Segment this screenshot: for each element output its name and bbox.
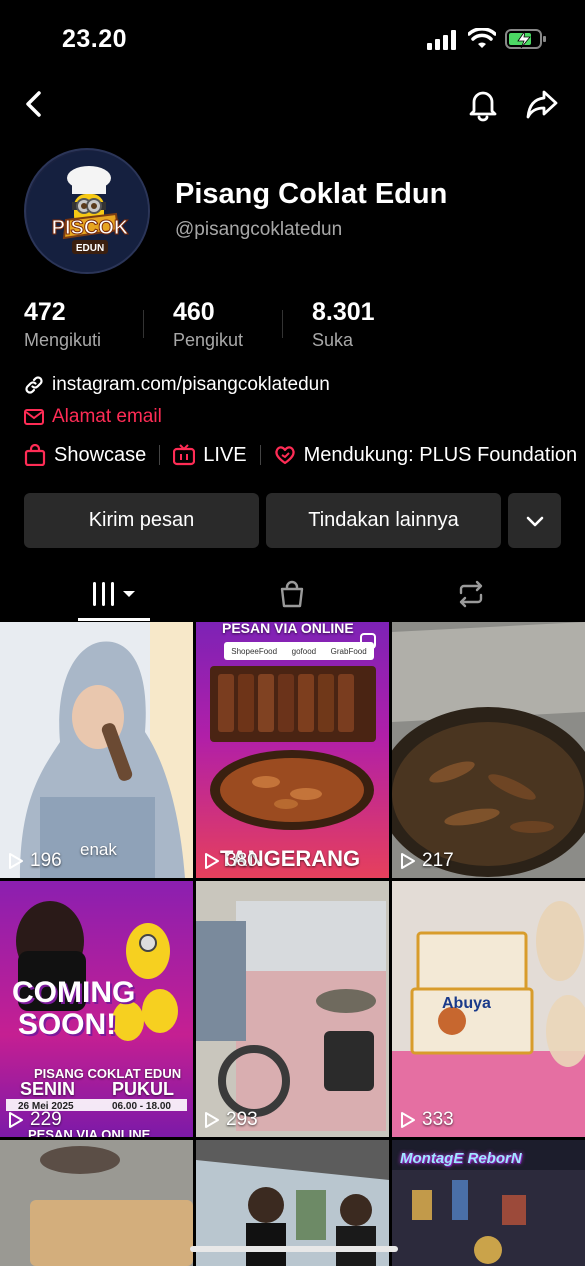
view-count-value: 196 (30, 850, 62, 871)
view-count: 333 (400, 1109, 454, 1131)
view-count: 293 (204, 1109, 258, 1131)
stat-likes: 8.301 Suka (312, 298, 375, 351)
view-count-value: 229 (30, 1109, 62, 1130)
thumbnail-cart (196, 881, 389, 1137)
bell-icon[interactable] (465, 86, 501, 122)
video-thumbnail[interactable]: 293 (196, 881, 389, 1137)
video-title: MontagE ReborN (400, 1150, 522, 1167)
feature-row: Showcase LIVE Mendukung: PLUS Foundation (24, 441, 577, 469)
active-tab-indicator (78, 618, 150, 621)
video-grid: enak 196 PESAN VIA ONLINE ShopeeFood gof… (0, 622, 585, 1266)
piscok-logo: PISCOK EDUN (27, 151, 148, 272)
stat-followers[interactable]: 460 Pengikut (173, 298, 243, 351)
wifi-icon (468, 28, 496, 48)
svg-text:PISCOK: PISCOK (52, 217, 129, 239)
video-caption-main: COMING SOON! (12, 976, 136, 1041)
feature-divider (159, 445, 161, 465)
chevron-down-icon (526, 516, 543, 526)
live-tv-icon (173, 444, 196, 466)
top-navigation (0, 78, 585, 130)
send-message-button[interactable]: Kirim pesan (24, 493, 259, 548)
tab-shop[interactable] (262, 574, 322, 614)
heart-hands-icon (274, 446, 295, 465)
stat-divider (143, 310, 144, 338)
thumbnail-blurred (0, 1140, 193, 1266)
stat-following-value: 472 (24, 298, 66, 326)
play-icon (401, 853, 415, 869)
link-icon (25, 376, 43, 394)
view-count-value: 217 (422, 850, 454, 871)
svg-text:EDUN: EDUN (76, 243, 104, 254)
video-thumbnail[interactable] (0, 1140, 193, 1266)
video-thumbnail[interactable]: enak 196 (0, 622, 193, 878)
status-bar: 23.20 (0, 0, 585, 70)
suggested-accounts-dropdown-button[interactable] (508, 493, 561, 548)
profile-avatar[interactable]: PISCOK EDUN (24, 148, 150, 274)
live-link[interactable]: LIVE (173, 443, 247, 467)
stat-likes-label: Suka (312, 330, 354, 350)
thumbnail-frying (392, 622, 585, 878)
supports-link[interactable]: Mendukung: PLUS Foundation (274, 443, 578, 467)
mail-icon (24, 409, 44, 425)
view-count: 380 (204, 850, 258, 872)
video-caption-hours: 06.00 - 18.00 (112, 1101, 171, 1112)
stat-following-label: Mengikuti (24, 330, 102, 350)
instagram-link[interactable]: instagram.com/pisangcoklatedun (24, 374, 330, 396)
showcase-label: Showcase (54, 443, 147, 466)
profile-tabs (0, 568, 585, 622)
view-count-value: 380 (226, 850, 258, 871)
view-count: 217 (400, 850, 454, 872)
view-count-value: 333 (422, 1109, 454, 1130)
cellular-signal-icon (427, 30, 456, 50)
feature-divider (259, 445, 261, 465)
profile-stats: 472 Mengikuti 460 Pengikut 8.301 Suka (0, 298, 585, 358)
tab-videos[interactable] (78, 574, 150, 614)
stat-following[interactable]: 472 Mengikuti (24, 298, 101, 351)
videos-grid-icon (93, 582, 135, 606)
back-arrow-icon[interactable] (16, 86, 52, 122)
username: @pisangcoklatedun (175, 219, 343, 240)
play-icon (401, 1112, 415, 1128)
stat-followers-value: 460 (173, 298, 215, 326)
repost-icon (459, 580, 483, 608)
video-caption: enak (80, 840, 117, 859)
play-icon (205, 853, 219, 869)
video-thumbnail[interactable]: PESAN VIA ONLINE ShopeeFood gofood GrabF… (196, 622, 389, 878)
video-thumbnail[interactable]: MontagE ReborN (392, 1140, 585, 1266)
view-count-value: 293 (226, 1109, 258, 1130)
display-name: Pisang Coklat Edun (175, 178, 448, 210)
supports-label: Mendukung: PLUS Foundation (303, 443, 578, 466)
shopping-bag-icon (24, 444, 46, 466)
more-actions-button[interactable]: Tindakan lainnya (266, 493, 501, 548)
instagram-link-text: instagram.com/pisangcoklatedun (52, 374, 330, 395)
video-thumbnail[interactable]: Abuya 333 (392, 881, 585, 1137)
view-count: 229 (8, 1109, 62, 1131)
stat-followers-label: Pengikut (173, 330, 244, 350)
video-caption-day: SENIN (20, 1079, 76, 1099)
stat-divider (282, 310, 283, 338)
status-time: 23.20 (62, 25, 128, 53)
video-caption-time-label: PUKUL (112, 1079, 174, 1099)
home-indicator[interactable] (190, 1246, 398, 1252)
play-icon (9, 1112, 23, 1128)
play-icon (205, 1112, 219, 1128)
video-thumbnail[interactable]: COMING SOON! PISANG COKLAT EDUN SENIN PU… (0, 881, 193, 1137)
stat-likes-value: 8.301 (312, 298, 375, 326)
live-label: LIVE (203, 443, 247, 466)
thumbnail-food (210, 666, 376, 830)
shopping-bag-icon (280, 580, 304, 608)
view-count: 196 (8, 850, 62, 872)
showcase-link[interactable]: Showcase (24, 444, 146, 467)
battery-charging-icon (505, 29, 546, 49)
email-link[interactable]: Alamat email (24, 406, 162, 428)
video-thumbnail[interactable]: 217 (392, 622, 585, 878)
share-arrow-icon[interactable] (524, 86, 560, 122)
tab-reposts[interactable] (441, 574, 501, 614)
play-icon (9, 853, 23, 869)
email-link-text: Alamat email (52, 406, 162, 427)
video-brand: Abuya (442, 995, 491, 1012)
